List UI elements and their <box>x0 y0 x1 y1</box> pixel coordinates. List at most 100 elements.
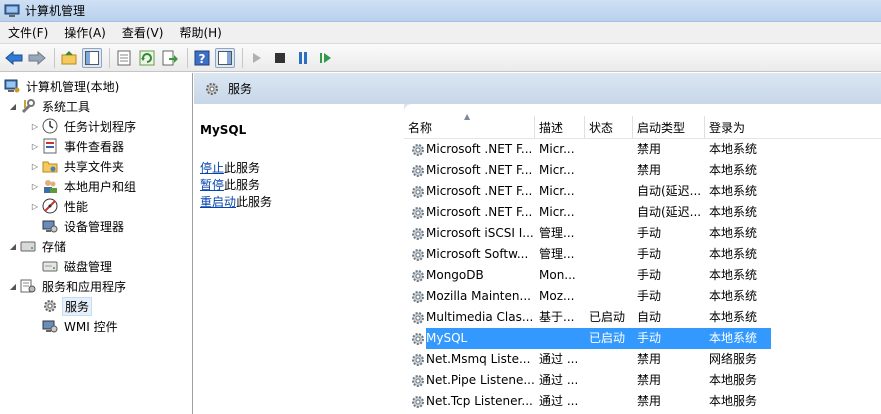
service-row[interactable]: Net.Pipe Listene... 通过 ... 禁用 本地服务 <box>404 370 881 391</box>
service-status-cell <box>589 391 633 412</box>
service-row[interactable]: Net.Msmq Liste... 通过 ... 禁用 网络服务 <box>404 349 881 370</box>
pane-header: 服务 <box>194 73 881 104</box>
service-startup-type-cell: 禁用 <box>637 163 662 177</box>
help-icon[interactable]: ? <box>192 48 212 68</box>
tree-item-services-apps[interactable]: ◢ 服务和应用程序 <box>8 276 128 296</box>
tree-item-services[interactable]: 服务 <box>42 296 93 316</box>
service-gear-icon <box>412 144 424 156</box>
service-name-cell: Multimedia Clas... <box>426 310 534 324</box>
column-header-status[interactable]: 状态 <box>585 116 633 138</box>
tree-label-event-viewer: 事件查看器 <box>64 139 125 154</box>
play-icon[interactable] <box>247 48 267 68</box>
tree-label-shared-folders: 共享文件夹 <box>64 159 125 174</box>
service-row[interactable]: Microsoft .NET F... Micr... 自动(延迟... 本地系统 <box>404 181 881 202</box>
service-name-cell: Net.Msmq Liste... <box>426 352 531 366</box>
collapse-arrow-icon[interactable]: ◢ <box>8 242 18 251</box>
service-name-cell: Microsoft .NET F... <box>426 205 533 219</box>
pause-suffix: 此服务 <box>224 178 261 192</box>
export-icon[interactable] <box>160 48 180 68</box>
tree-item-wmi[interactable]: WMI 控件 <box>42 316 120 336</box>
stop-action: 停止此服务 <box>200 159 260 176</box>
service-row[interactable]: Net.Tcp Listener... 通过 ... 禁用 本地服务 <box>404 391 881 412</box>
column-header-description[interactable]: 描述 <box>535 116 585 138</box>
service-logon-cell: 本地系统 <box>709 205 758 219</box>
tree-item-local-users[interactable]: ▷ 本地用户和组 <box>30 176 138 196</box>
service-row[interactable]: MySQL 已启动 手动 本地系统 <box>404 328 881 349</box>
tree-item-task-scheduler[interactable]: ▷ 任务计划程序 <box>30 116 138 136</box>
service-row[interactable]: Microsoft iSCSI I... 管理... 手动 本地系统 <box>404 223 881 244</box>
event-viewer-icon <box>42 138 58 154</box>
restart-icon[interactable] <box>316 48 336 68</box>
tree-item-system-tools[interactable]: ◢ 系统工具 <box>8 96 92 116</box>
pause-action: 暂停此服务 <box>200 176 260 193</box>
tree-item-storage[interactable]: ◢ 存储 <box>8 236 68 256</box>
collapse-arrow-icon[interactable]: ◢ <box>8 282 18 291</box>
service-name-cell: Net.Pipe Listene... <box>426 373 534 387</box>
column-header-logon[interactable]: 登录为 <box>705 116 881 138</box>
tree-item-device-manager[interactable]: 设备管理器 <box>42 216 126 236</box>
tree-item-disk-management[interactable]: 磁盘管理 <box>42 256 114 276</box>
wmi-icon <box>42 318 58 334</box>
service-status-cell <box>589 244 633 265</box>
service-logon-cell: 本地系统 <box>709 226 758 240</box>
stop-suffix: 此服务 <box>224 161 261 175</box>
service-gear-icon <box>412 228 424 240</box>
tree-item-performance[interactable]: ▷ 性能 <box>30 196 90 216</box>
refresh-icon[interactable] <box>137 48 157 68</box>
svg-text:?: ? <box>199 52 206 66</box>
service-description-cell: Micr... <box>539 184 575 198</box>
service-status-cell <box>589 223 633 244</box>
service-row[interactable]: MongoDB Mon... 手动 本地系统 <box>404 265 881 286</box>
tree-label-device-manager: 设备管理器 <box>64 219 125 234</box>
expand-arrow-icon[interactable]: ▷ <box>30 202 40 211</box>
service-row[interactable]: Microsoft .NET F... Micr... 禁用 本地系统 <box>404 139 881 160</box>
forward-icon[interactable] <box>27 48 47 68</box>
console-tree: 计算机管理(本地) ◢ 系统工具 ▷ 任务计划程序 ▷ 事件查看器 ▷ 共享文件… <box>0 73 193 414</box>
window-title: 计算机管理 <box>25 4 86 18</box>
tree-item-event-viewer[interactable]: ▷ 事件查看器 <box>30 136 126 156</box>
tree-label-system-tools: 系统工具 <box>42 99 91 114</box>
properties-icon[interactable] <box>114 48 134 68</box>
title-bar: 计算机管理 <box>0 0 881 22</box>
show-action-pane-icon[interactable] <box>215 47 235 68</box>
column-header-startup-type[interactable]: 启动类型 <box>633 116 705 138</box>
expand-arrow-icon[interactable]: ▷ <box>30 182 40 191</box>
column-header-name[interactable]: ▲ 名称 <box>404 112 535 138</box>
expand-arrow-icon[interactable]: ▷ <box>30 162 40 171</box>
service-name-cell: Microsoft iSCSI I... <box>426 226 534 240</box>
stop-icon[interactable] <box>270 48 290 68</box>
tree-label-services: 服务 <box>62 296 93 316</box>
service-startup-type-cell: 禁用 <box>637 352 662 366</box>
menu-help[interactable]: 帮助(H) <box>171 22 229 44</box>
up-folder-icon[interactable] <box>59 48 79 68</box>
service-gear-icon <box>412 291 424 303</box>
tree-item-root[interactable]: 计算机管理(本地) <box>4 76 121 96</box>
show-tree-icon[interactable] <box>82 47 102 68</box>
service-gear-icon <box>412 207 424 219</box>
restart-service-link[interactable]: 重启动 <box>200 195 236 209</box>
service-row[interactable]: Microsoft Softw... 管理... 手动 本地系统 <box>404 244 881 265</box>
service-row[interactable]: Microsoft .NET F... Micr... 自动(延迟... 本地系统 <box>404 202 881 223</box>
menu-view[interactable]: 查看(V) <box>114 22 172 44</box>
services-gear-icon <box>206 82 218 95</box>
stop-service-link[interactable]: 停止 <box>200 161 224 175</box>
service-description-cell: 管理... <box>539 247 575 261</box>
service-startup-type-cell: 禁用 <box>637 394 662 408</box>
menu-action[interactable]: 操作(A) <box>56 22 114 44</box>
back-icon[interactable] <box>4 48 24 68</box>
collapse-arrow-icon[interactable]: ◢ <box>8 102 18 111</box>
service-row[interactable]: Multimedia Clas... 基于... 已启动 自动 本地系统 <box>404 307 881 328</box>
service-row[interactable]: Mozilla Mainten... Moz... 手动 本地系统 <box>404 286 881 307</box>
column-label-logon: 登录为 <box>709 120 746 135</box>
tree-item-shared-folders[interactable]: ▷ 共享文件夹 <box>30 156 126 176</box>
expand-arrow-icon[interactable]: ▷ <box>30 142 40 151</box>
computer-management-icon <box>4 4 20 17</box>
pause-service-link[interactable]: 暂停 <box>200 178 224 192</box>
service-row[interactable]: Microsoft .NET F... Micr... 禁用 本地系统 <box>404 160 881 181</box>
service-startup-type-cell: 自动(延迟... <box>637 184 702 198</box>
expand-arrow-icon[interactable]: ▷ <box>30 122 40 131</box>
menu-file[interactable]: 文件(F) <box>0 22 56 44</box>
service-startup-type-cell: 自动 <box>637 310 662 324</box>
service-gear-icon <box>412 186 424 198</box>
pause-icon[interactable] <box>293 48 313 68</box>
